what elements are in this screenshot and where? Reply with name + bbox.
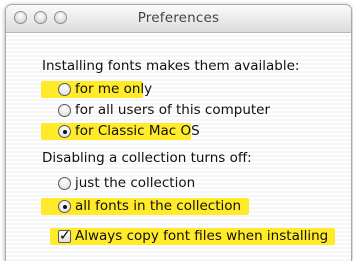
option-all-fonts-label[interactable]: all fonts in the collection [75,197,241,215]
radio-for-me-only[interactable] [58,83,71,96]
window-title: Preferences [137,10,220,26]
radio-just-the-collection[interactable] [58,177,71,190]
radio-for-all-users[interactable] [58,104,71,117]
radio-all-fonts-in-collection[interactable] [58,200,71,213]
always-copy-checkbox[interactable]: ✓ [58,229,71,243]
preferences-content: Installing fonts makes them available: f… [6,33,351,261]
radio-classic-mac-os[interactable] [58,125,71,138]
title-bar[interactable]: Preferences [6,5,351,33]
installing-heading: Installing fonts makes them available: [42,58,300,74]
disabling-heading: Disabling a collection turns off: [42,150,252,166]
preferences-window: Preferences Installing fonts makes them … [5,4,352,261]
option-classic-mac-os-label[interactable]: for Classic Mac OS [75,122,200,140]
option-for-me-only-label[interactable]: for me only [75,80,152,98]
always-copy-label[interactable]: Always copy font files when installing [75,227,328,245]
option-just-the-collection-label[interactable]: just the collection [75,174,195,192]
option-for-all-users-label[interactable]: for all users of this computer [75,101,270,119]
